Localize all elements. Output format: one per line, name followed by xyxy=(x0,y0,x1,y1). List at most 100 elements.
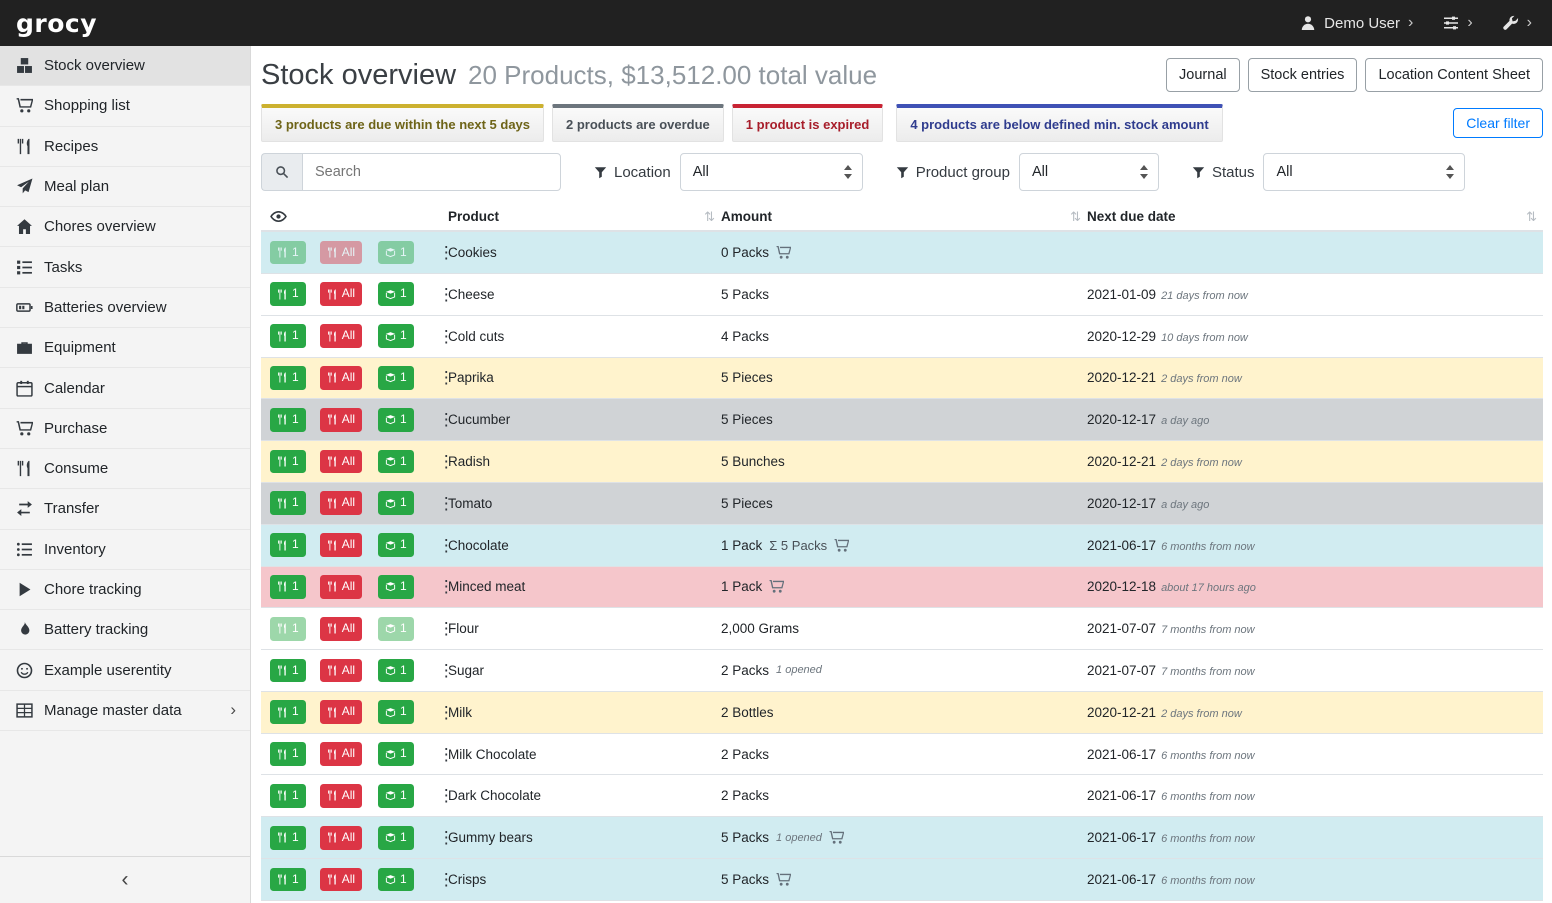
consume-one-button[interactable]: 1 xyxy=(270,784,306,808)
open-one-button[interactable]: 1 xyxy=(378,826,414,850)
consume-all-button[interactable]: All xyxy=(320,742,362,766)
amount-cell: 1 Pack xyxy=(721,579,1087,594)
consume-one-button[interactable]: 1 xyxy=(270,659,306,683)
consume-one-button[interactable]: 1 xyxy=(270,742,306,766)
consume-one-button[interactable]: 1 xyxy=(270,700,306,724)
sort-icon[interactable]: ⇅ xyxy=(1526,209,1537,225)
admin-menu[interactable]: › xyxy=(1503,15,1532,31)
consume-all-button[interactable]: All xyxy=(320,784,362,808)
consume-all-button[interactable]: All xyxy=(320,868,362,892)
consume-all-button[interactable]: All xyxy=(320,826,362,850)
table-row: 1 All 1 ⋮ Chocolate 1 PackΣ 5 Packs 2021… xyxy=(261,525,1543,567)
sidebar-item-purchase[interactable]: Purchase xyxy=(0,409,250,449)
open-one-button[interactable]: 1 xyxy=(378,575,414,599)
clear-filter-button[interactable]: Clear filter xyxy=(1453,108,1543,138)
sidebar-item-meal-plan[interactable]: Meal plan xyxy=(0,167,250,207)
consume-all-button[interactable]: All xyxy=(320,324,362,348)
status-select[interactable]: All xyxy=(1263,153,1465,191)
sidebar-item-consume[interactable]: Consume xyxy=(0,449,250,489)
sidebar-item-transfer[interactable]: Transfer xyxy=(0,489,250,529)
open-one-button[interactable]: 1 xyxy=(378,491,414,515)
sidebar-item-manage-master-data[interactable]: Manage master data› xyxy=(0,691,250,731)
journal-button[interactable]: Journal xyxy=(1166,58,1240,92)
sidebar-item-shopping-list[interactable]: Shopping list xyxy=(0,86,250,126)
search-icon xyxy=(261,153,302,191)
consume-all-button[interactable]: All xyxy=(320,282,362,306)
settings-menu[interactable]: › xyxy=(1443,15,1472,31)
row-actions: 1 All 1 ⋮ xyxy=(261,659,448,683)
open-one-button[interactable]: 1 xyxy=(378,533,414,557)
consume-all-button[interactable]: All xyxy=(320,700,362,724)
consume-one-button[interactable]: 1 xyxy=(270,868,306,892)
consume-all-button[interactable]: All xyxy=(320,575,362,599)
due-soon-filter-banner[interactable]: 3 products are due within the next 5 day… xyxy=(261,104,544,142)
sidebar-item-chores-overview[interactable]: Chores overview xyxy=(0,207,250,247)
table-row: 1 All 1 ⋮ Sugar 2 Packs1 opened 2021-07-… xyxy=(261,650,1543,692)
overdue-filter-banner[interactable]: 2 products are overdue xyxy=(552,104,724,142)
consume-all-button[interactable]: All xyxy=(320,366,362,390)
utensils-icon xyxy=(327,665,338,676)
amount-cell: 2 Packs xyxy=(721,747,1087,762)
sidebar-item-label: Meal plan xyxy=(44,178,109,195)
sidebar-item-calendar[interactable]: Calendar xyxy=(0,368,250,408)
sidebar-item-example-userentity[interactable]: Example userentity xyxy=(0,650,250,690)
stock-entries-button[interactable]: Stock entries xyxy=(1248,58,1358,92)
grocy-logo[interactable]: grocy xyxy=(16,9,97,38)
utensils-icon xyxy=(277,331,288,342)
open-one-button[interactable]: 1 xyxy=(378,784,414,808)
sidebar-collapse-button[interactable]: ‹ xyxy=(0,856,250,903)
search-group xyxy=(261,153,561,191)
open-one-button[interactable]: 1 xyxy=(378,700,414,724)
open-one-button: 1 xyxy=(378,617,414,641)
open-one-button[interactable]: 1 xyxy=(378,408,414,432)
open-one-button[interactable]: 1 xyxy=(378,742,414,766)
table-row: 1 All 1 ⋮ Crisps 5 Packs 2021-06-176 mon… xyxy=(261,859,1543,901)
next-due-date-column-header[interactable]: Next due date⇅ xyxy=(1087,209,1543,224)
sidebar-item-batteries-overview[interactable]: Batteries overview xyxy=(0,288,250,328)
sidebar-item-tasks[interactable]: Tasks xyxy=(0,247,250,287)
sidebar-item-recipes[interactable]: Recipes xyxy=(0,127,250,167)
consume-one-button[interactable]: 1 xyxy=(270,450,306,474)
below-min-stock-filter-banner[interactable]: 4 products are below defined min. stock … xyxy=(896,104,1222,142)
consume-all-button[interactable]: All xyxy=(320,491,362,515)
table-row: 1 All 1 ⋮ Flour 2,000 Grams 2021-07-077 … xyxy=(261,608,1543,650)
sort-icon[interactable]: ⇅ xyxy=(1070,209,1081,225)
sort-icon[interactable]: ⇅ xyxy=(704,209,715,225)
expired-filter-banner[interactable]: 1 product is expired xyxy=(732,104,884,142)
open-one-button[interactable]: 1 xyxy=(378,659,414,683)
shopping-cart-icon xyxy=(16,420,33,437)
open-one-button[interactable]: 1 xyxy=(378,450,414,474)
sidebar-item-chore-tracking[interactable]: Chore tracking xyxy=(0,570,250,610)
consume-all-button[interactable]: All xyxy=(320,533,362,557)
consume-one-button[interactable]: 1 xyxy=(270,491,306,515)
sidebar-item-battery-tracking[interactable]: Battery tracking xyxy=(0,610,250,650)
consume-one-button[interactable]: 1 xyxy=(270,366,306,390)
location-content-sheet-button[interactable]: Location Content Sheet xyxy=(1365,58,1543,92)
sidebar-item-inventory[interactable]: Inventory xyxy=(0,530,250,570)
search-input[interactable] xyxy=(302,153,561,191)
consume-one-button[interactable]: 1 xyxy=(270,575,306,599)
sidebar-item-stock-overview[interactable]: Stock overview xyxy=(0,46,250,86)
eye-icon[interactable] xyxy=(270,208,287,225)
consume-all-button[interactable]: All xyxy=(320,659,362,683)
open-one-button[interactable]: 1 xyxy=(378,282,414,306)
box-open-icon xyxy=(385,749,396,760)
sidebar-item-equipment[interactable]: Equipment xyxy=(0,328,250,368)
consume-all-button[interactable]: All xyxy=(320,408,362,432)
consume-one-button[interactable]: 1 xyxy=(270,533,306,557)
consume-one-button[interactable]: 1 xyxy=(270,324,306,348)
consume-one-button[interactable]: 1 xyxy=(270,408,306,432)
user-menu[interactable]: Demo User › xyxy=(1300,15,1413,32)
consume-all-button[interactable]: All xyxy=(320,617,362,641)
open-one-button[interactable]: 1 xyxy=(378,868,414,892)
amount-column-header[interactable]: Amount⇅ xyxy=(721,209,1087,224)
location-select[interactable]: All xyxy=(680,153,863,191)
open-one-button[interactable]: 1 xyxy=(378,324,414,348)
open-one-button[interactable]: 1 xyxy=(378,366,414,390)
consume-one-button[interactable]: 1 xyxy=(270,282,306,306)
consume-all-button[interactable]: All xyxy=(320,450,362,474)
due-date-cell: 2020-12-17a day ago xyxy=(1087,412,1543,427)
consume-one-button[interactable]: 1 xyxy=(270,826,306,850)
product-column-header[interactable]: Product⇅ xyxy=(448,209,721,224)
product-group-select[interactable]: All xyxy=(1019,153,1159,191)
